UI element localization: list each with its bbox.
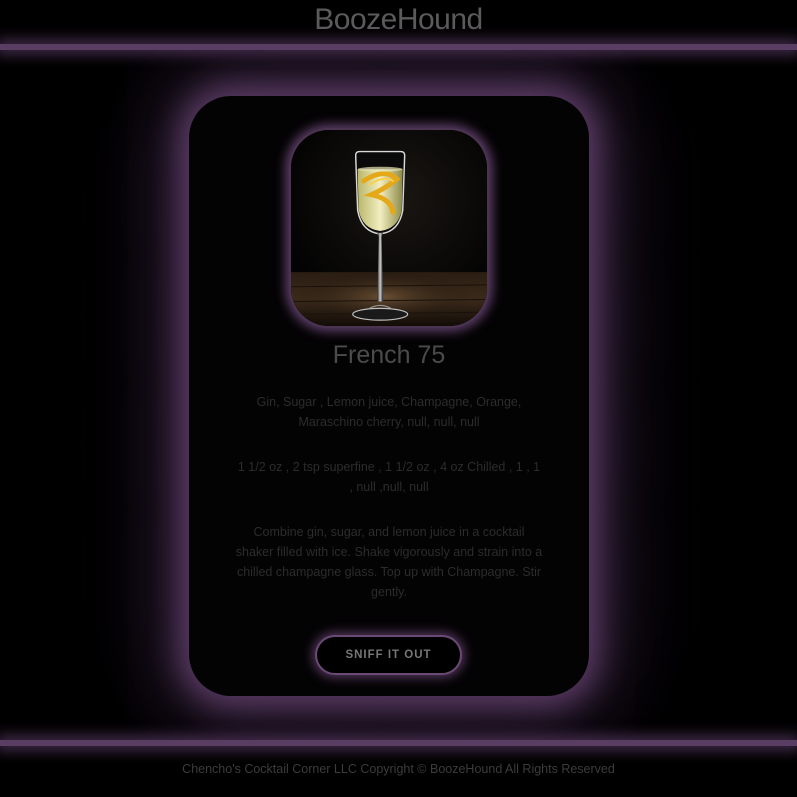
copyright-text: Chencho's Cocktail Corner LLC Copyright … (182, 762, 615, 776)
drink-photo (289, 128, 489, 328)
cocktail-glass-icon (291, 130, 487, 326)
footer-glow-divider (0, 740, 797, 746)
drink-card: French 75 Gin, Sugar , Lemon juice, Cham… (189, 96, 589, 696)
site-header: BoozeHound (0, 0, 797, 46)
measures-text: 1 1/2 oz , 2 tsp superfine , 1 1/2 oz , … (237, 460, 541, 494)
header-glow-divider (0, 44, 797, 50)
drink-name: French 75 (332, 341, 446, 369)
sniff-it-out-button[interactable]: SNIFF IT OUT (315, 635, 462, 675)
brand-logo-text[interactable]: BoozeHound (314, 3, 483, 37)
ingredients-text: Gin, Sugar , Lemon juice, Champagne, Ora… (256, 395, 522, 429)
instructions-text: Combine gin, sugar, and lemon juice in a… (235, 525, 543, 599)
site-footer: Chencho's Cocktail Corner LLC Copyright … (0, 746, 797, 797)
